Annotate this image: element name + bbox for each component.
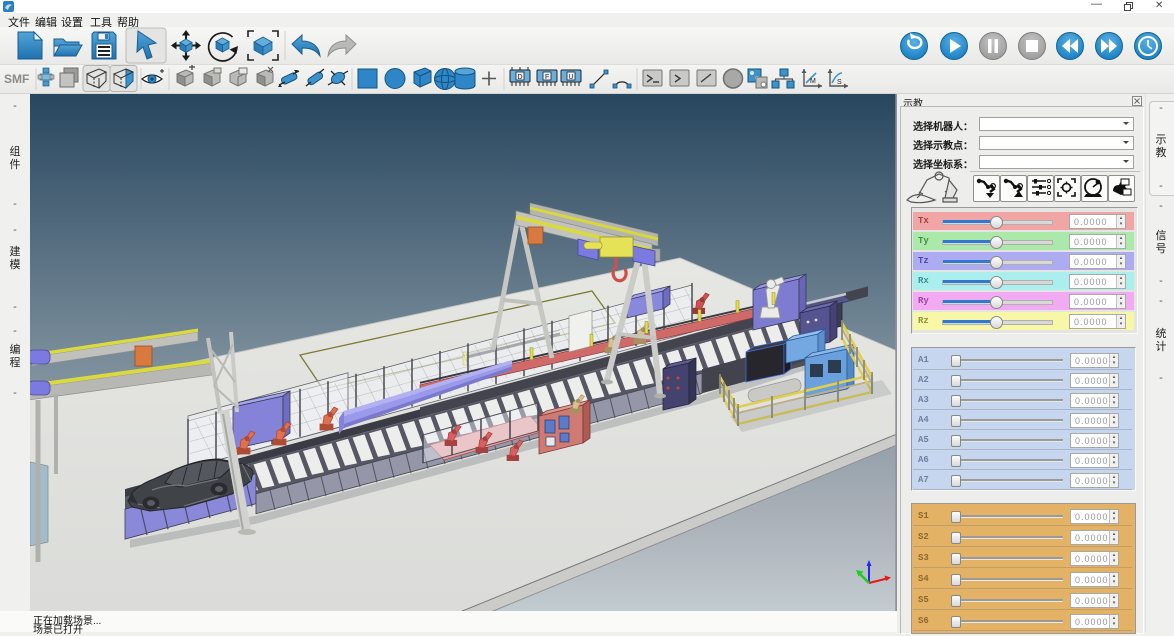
svg-text:D: D — [518, 74, 523, 81]
svg-text:U: U — [569, 74, 574, 81]
svg-text:S: S — [837, 79, 842, 86]
svg-text:SMF: SMF — [4, 72, 29, 86]
svg-text:F: F — [545, 74, 549, 81]
svg-text:M: M — [810, 78, 816, 85]
